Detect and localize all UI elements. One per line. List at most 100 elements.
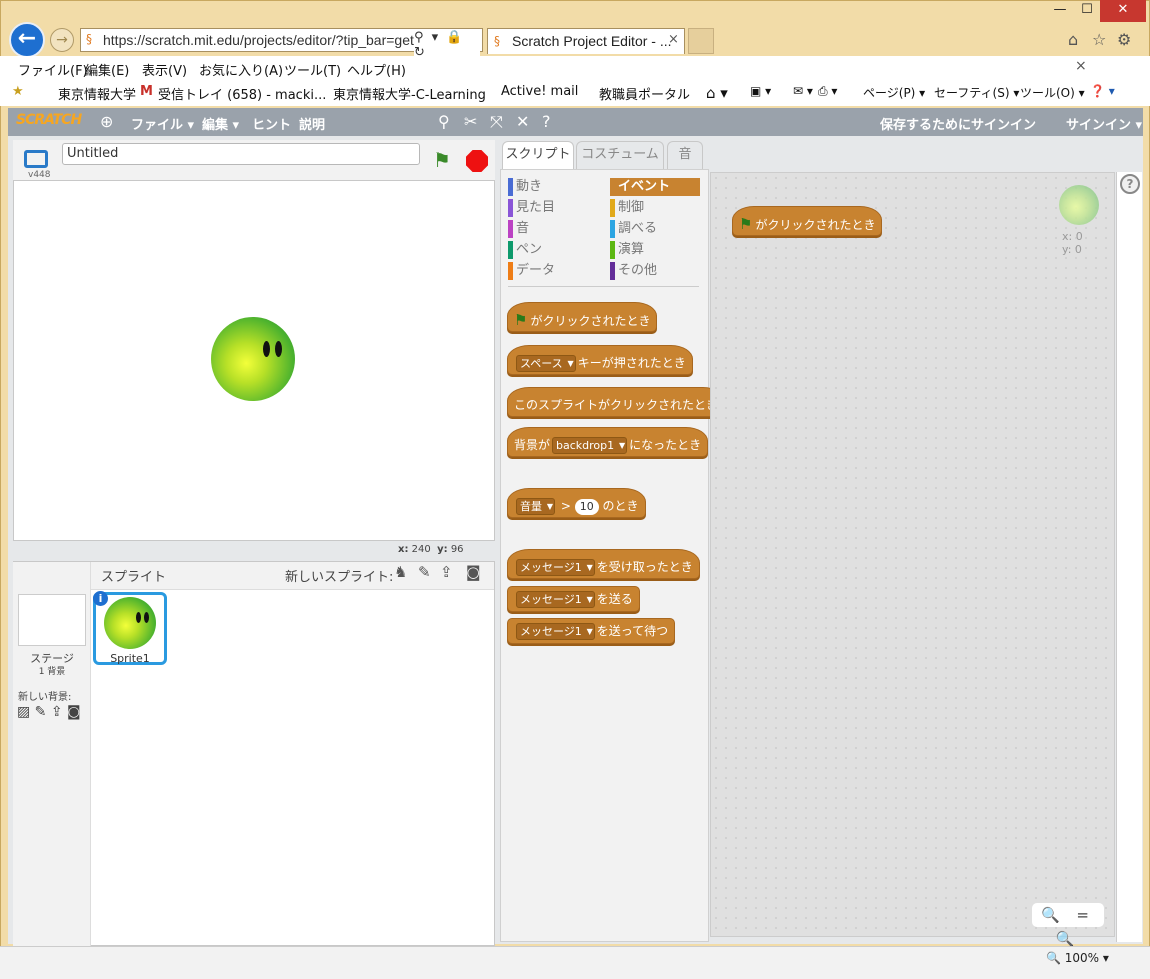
site-icon: §	[86, 32, 92, 46]
block-when-sprite-clicked[interactable]: このスプライトがクリックされたとき	[507, 387, 726, 417]
block-when-i-receive[interactable]: メッセージ1を受け取ったとき	[507, 549, 700, 579]
category-sound[interactable]: 音	[508, 220, 529, 238]
menu-edit[interactable]: 編集(E)	[85, 60, 129, 79]
back-button[interactable]: ←	[9, 22, 45, 58]
backdrop-tools-icons[interactable]: ▨ ✎ ⇪ ◙	[17, 704, 81, 720]
home-icon[interactable]: ⌂	[1068, 30, 1078, 49]
menu-file[interactable]: ファイル(F)	[18, 60, 88, 79]
tab-sounds[interactable]: 音	[667, 141, 703, 169]
category-operators[interactable]: 演算	[610, 241, 644, 259]
forward-button[interactable]: →	[50, 28, 74, 52]
script-when-flag-clicked[interactable]: ⚑ がクリックされたとき	[732, 206, 883, 236]
grow-tool-icon[interactable]: ⤧	[490, 112, 503, 132]
fav-clearning[interactable]: 東京情報大学-C-Learning	[333, 84, 486, 103]
block-help-icon[interactable]: ?	[542, 112, 551, 131]
fav-activemail[interactable]: Active! mail	[501, 84, 578, 99]
favorites-star-icon[interactable]: ☆	[1092, 30, 1106, 49]
message-dropdown[interactable]: メッセージ1	[516, 559, 595, 576]
signin-link[interactable]: サインイン ▾	[1066, 114, 1142, 133]
camera-sprite-icon[interactable]: ◙	[466, 563, 481, 581]
scratch-menu-edit[interactable]: 編集 ▾	[202, 114, 239, 133]
category-pen[interactable]: ペン	[508, 241, 542, 259]
category-control[interactable]: 制御	[610, 199, 644, 217]
project-title-input[interactable]: Untitled	[62, 143, 420, 165]
category-sensing[interactable]: 調べる	[610, 220, 657, 238]
backdrop-dropdown[interactable]: backdrop1	[552, 437, 628, 454]
script-area[interactable]	[710, 172, 1115, 937]
category-motion[interactable]: 動き	[508, 178, 542, 196]
fav-tuis[interactable]: 東京情報大学	[58, 84, 136, 103]
script-scrollbar[interactable]	[1116, 172, 1142, 942]
menu-favorites[interactable]: お気に入り(A)	[199, 60, 283, 79]
close-menu-icon[interactable]: ×	[1075, 58, 1087, 74]
upload-sprite-icon[interactable]: ⇪	[440, 563, 453, 581]
zoom-level[interactable]: 🔍 100% ▾	[1046, 951, 1109, 965]
stage[interactable]	[13, 180, 495, 541]
tab-costumes[interactable]: コスチューム	[576, 141, 664, 169]
tools-menu[interactable]: ツール(O) ▾	[1020, 84, 1085, 101]
palette-divider	[508, 286, 699, 287]
delete-tool-icon[interactable]: ✂	[464, 112, 477, 131]
green-flag-icon[interactable]: ⚑	[433, 148, 451, 172]
save-signin-link[interactable]: 保存するためにサインイン	[880, 114, 1036, 133]
tab-scripts[interactable]: スクリプト	[502, 141, 574, 171]
menu-help[interactable]: ヘルプ(H)	[347, 60, 406, 79]
scratch-menu-about[interactable]: 説明	[299, 114, 325, 133]
sprite-eye	[136, 612, 141, 623]
backdrop-count: 1 背景	[38, 667, 66, 677]
block-when-flag-clicked[interactable]: ⚑ がクリックされたとき	[507, 302, 658, 332]
new-sprite-label: 新しいスプライト:	[285, 570, 394, 585]
sprite-library-icon[interactable]: ♞	[394, 563, 407, 581]
help-icon[interactable]: ❓ ▾	[1090, 84, 1115, 98]
fav-portal[interactable]: 教職員ポータル	[599, 84, 690, 103]
browser-tab[interactable]: Scratch Project Editor - ...	[487, 28, 685, 54]
mail-icon[interactable]: ✉ ▾	[793, 84, 813, 98]
category-events[interactable]: イベント	[610, 178, 700, 196]
script-zoom-controls[interactable]: 🔍 = 🔍	[1032, 903, 1104, 948]
new-tab-button[interactable]	[688, 28, 714, 54]
flag-icon: ⚑	[514, 311, 528, 329]
flag-icon: ⚑	[739, 215, 753, 233]
category-more-blocks[interactable]: その他	[610, 262, 657, 280]
loudness-value[interactable]: 10	[574, 499, 599, 515]
scratch-menu-file[interactable]: ファイル ▾	[131, 114, 194, 133]
category-looks[interactable]: 見た目	[508, 199, 555, 217]
feeds-icon[interactable]: ▣ ▾	[750, 84, 771, 98]
block-broadcast[interactable]: メッセージ1を送る	[507, 586, 640, 612]
help-button[interactable]: ?	[1120, 174, 1140, 194]
block-broadcast-and-wait[interactable]: メッセージ1を送って待つ	[507, 618, 676, 644]
fullscreen-icon[interactable]	[24, 150, 48, 168]
language-globe-icon[interactable]: ⊕	[100, 112, 113, 131]
block-when-loudness[interactable]: 音量 > 10 のとき	[507, 488, 646, 518]
print-icon[interactable]: ⎙ ▾	[818, 84, 837, 99]
paint-sprite-icon[interactable]: ✎	[418, 563, 431, 581]
favorites-icon[interactable]: ★	[12, 84, 24, 99]
close-window-button[interactable]: ✕	[1100, 0, 1146, 22]
duplicate-tool-icon[interactable]: ⚲	[438, 112, 450, 131]
tab-close-icon[interactable]: ×	[668, 32, 679, 47]
block-when-backdrop-switches[interactable]: 背景がbackdrop1になったとき	[507, 427, 709, 457]
sprite-on-stage[interactable]	[211, 317, 295, 401]
settings-gear-icon[interactable]: ⚙	[1117, 30, 1131, 49]
page-menu[interactable]: ページ(P) ▾	[863, 84, 925, 101]
message-dropdown[interactable]: メッセージ1	[516, 591, 595, 608]
stage-thumbnail[interactable]	[18, 594, 86, 646]
category-data[interactable]: データ	[508, 262, 555, 280]
loudness-dropdown[interactable]: 音量	[516, 498, 555, 515]
mouse-coords: x: 240 y: 96	[398, 544, 464, 555]
version-label: v448	[28, 170, 51, 180]
menu-tools[interactable]: ツール(T)	[284, 60, 341, 79]
key-dropdown[interactable]: スペース	[516, 355, 576, 372]
safety-menu[interactable]: セーフティ(S) ▾	[934, 84, 1019, 101]
fav-inbox[interactable]: 受信トレイ (658) - macki...	[158, 84, 326, 103]
shrink-tool-icon[interactable]: ✕	[516, 112, 529, 131]
scratch-logo[interactable]: SCRATCH	[16, 112, 82, 132]
message-dropdown[interactable]: メッセージ1	[516, 623, 595, 640]
menu-view[interactable]: 表示(V)	[142, 60, 187, 79]
home-command-icon[interactable]: ⌂ ▾	[706, 84, 728, 102]
maximize-button[interactable]: ☐	[1074, 0, 1100, 22]
block-when-key-pressed[interactable]: スペースキーが押されたとき	[507, 345, 693, 375]
sprite-info-icon[interactable]: i	[93, 591, 108, 606]
scratch-menu-tips[interactable]: ヒント	[252, 114, 291, 133]
minimize-button[interactable]: —	[1046, 0, 1074, 22]
